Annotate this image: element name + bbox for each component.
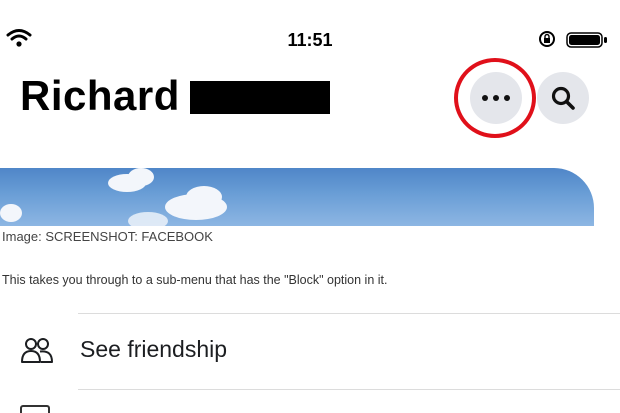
profile-name: Richard bbox=[20, 72, 180, 119]
annotation-highlight-circle bbox=[454, 58, 536, 138]
battery-icon bbox=[566, 32, 607, 48]
status-bar: 11:51 bbox=[0, 22, 620, 56]
image-caption: Image: SCREENSHOT: FACEBOOK bbox=[2, 229, 213, 244]
search-button[interactable] bbox=[537, 72, 589, 124]
search-icon bbox=[551, 86, 575, 110]
next-menu-item-icon bbox=[20, 405, 50, 413]
cover-photo bbox=[0, 168, 594, 226]
menu-item-label: See friendship bbox=[80, 336, 228, 362]
menu-divider bbox=[78, 389, 620, 390]
menu-item-see-friendship[interactable]: See friendship bbox=[0, 314, 620, 386]
status-time: 11:51 bbox=[287, 30, 333, 50]
redacted-surname-bar bbox=[190, 81, 330, 114]
orientation-lock-icon bbox=[539, 31, 555, 47]
article-body-text: This takes you through to a sub-menu tha… bbox=[2, 273, 388, 287]
friends-icon bbox=[21, 338, 53, 363]
